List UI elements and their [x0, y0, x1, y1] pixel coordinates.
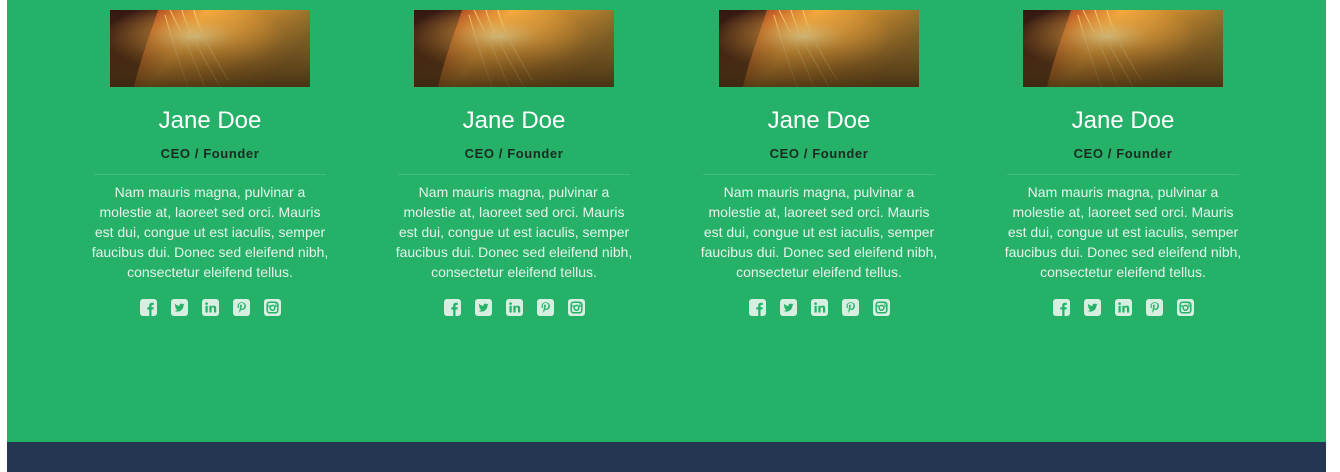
facebook-icon[interactable]	[748, 299, 766, 316]
profile-photo	[414, 10, 614, 87]
team-section: Jane Doe CEO / Founder Nam mauris magna,…	[7, 0, 1326, 442]
divider	[1007, 174, 1239, 175]
twitter-icon[interactable]	[474, 299, 492, 316]
member-role: CEO / Founder	[160, 146, 260, 161]
linkedin-icon[interactable]	[1114, 299, 1132, 316]
pinterest-icon[interactable]	[536, 299, 554, 316]
social-links	[993, 299, 1253, 317]
facebook-icon[interactable]	[443, 299, 461, 316]
team-card: Jane Doe CEO / Founder Nam mauris magna,…	[689, 10, 949, 317]
instagram-icon[interactable]	[263, 299, 281, 316]
social-links	[384, 299, 644, 317]
member-name: Jane Doe	[462, 107, 566, 134]
twitter-icon[interactable]	[1083, 299, 1101, 316]
member-bio: Nam mauris magna, pulvinar a molestie at…	[1004, 184, 1242, 280]
pinterest-icon[interactable]	[232, 299, 250, 316]
team-card: Jane Doe CEO / Founder Nam mauris magna,…	[80, 10, 340, 317]
linkedin-icon[interactable]	[505, 299, 523, 316]
instagram-icon[interactable]	[567, 299, 585, 316]
member-role: CEO / Founder	[1073, 146, 1173, 161]
member-role: CEO / Founder	[464, 146, 564, 161]
instagram-icon[interactable]	[872, 299, 890, 316]
member-bio: Nam mauris magna, pulvinar a molestie at…	[395, 184, 633, 280]
member-name: Jane Doe	[158, 107, 262, 134]
instagram-icon[interactable]	[1176, 299, 1194, 316]
footer-bar	[7, 442, 1326, 472]
profile-photo	[110, 10, 310, 87]
pinterest-icon[interactable]	[841, 299, 859, 316]
member-bio: Nam mauris magna, pulvinar a molestie at…	[700, 184, 938, 280]
pinterest-icon[interactable]	[1145, 299, 1163, 316]
divider	[703, 174, 935, 175]
team-card: Jane Doe CEO / Founder Nam mauris magna,…	[993, 10, 1253, 317]
divider	[94, 174, 326, 175]
page: Jane Doe CEO / Founder Nam mauris magna,…	[0, 0, 1340, 472]
profile-photo	[719, 10, 919, 87]
member-role: CEO / Founder	[769, 146, 869, 161]
linkedin-icon[interactable]	[810, 299, 828, 316]
facebook-icon[interactable]	[139, 299, 157, 316]
divider	[398, 174, 630, 175]
member-name: Jane Doe	[1071, 107, 1175, 134]
social-links	[689, 299, 949, 317]
member-name: Jane Doe	[767, 107, 871, 134]
linkedin-icon[interactable]	[201, 299, 219, 316]
member-bio: Nam mauris magna, pulvinar a molestie at…	[91, 184, 329, 280]
team-card: Jane Doe CEO / Founder Nam mauris magna,…	[384, 10, 644, 317]
facebook-icon[interactable]	[1052, 299, 1070, 316]
social-links	[80, 299, 340, 317]
profile-photo	[1023, 10, 1223, 87]
twitter-icon[interactable]	[779, 299, 797, 316]
twitter-icon[interactable]	[170, 299, 188, 316]
